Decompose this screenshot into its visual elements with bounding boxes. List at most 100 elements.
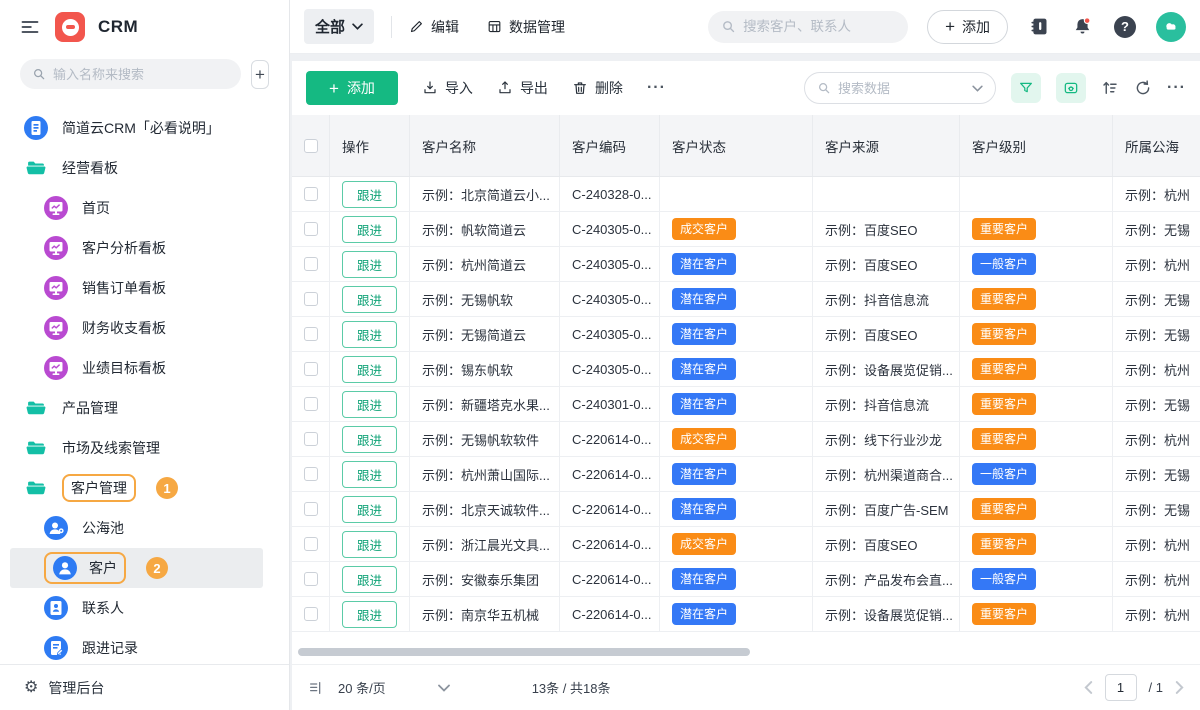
divider [391,16,392,38]
level-badge: 重要客户 [972,498,1036,519]
sidebar-search-input[interactable] [20,59,241,89]
horizontal-scrollbar-thumb[interactable] [298,648,750,656]
follow-up-button[interactable]: 跟进 [342,286,397,313]
sidebar-item[interactable]: 跟进记录 [0,628,289,664]
import-icon [422,80,438,96]
refresh-button[interactable] [1134,79,1152,97]
data-manage-button[interactable]: 数据管理 [487,17,565,37]
sidebar-item-active[interactable]: 客户2 [10,548,263,588]
sidebar-item[interactable]: 客户管理1 [0,468,289,508]
row-checkbox[interactable] [292,212,330,246]
global-search-field[interactable] [743,19,895,34]
follow-up-button[interactable]: 跟进 [342,391,397,418]
sidebar-item[interactable]: 销售订单看板 [0,268,289,308]
next-page-button[interactable] [1175,681,1184,694]
table-row[interactable]: 跟进示例：无锡简道云C-240305-0...潜在客户示例：百度SEO重要客户示… [292,317,1200,352]
collapse-menu-icon[interactable] [20,16,42,38]
row-checkbox[interactable] [292,317,330,351]
sidebar-item[interactable]: 联系人 [0,588,289,628]
table-row[interactable]: 跟进示例：浙江晨光文具...C-220614-0...成交客户示例：百度SEO重… [292,527,1200,562]
contacts-book-icon[interactable] [1027,15,1051,39]
global-add-button[interactable]: + 添加 [927,10,1008,44]
status-badge: 潜在客户 [672,393,736,414]
row-checkbox[interactable] [292,177,330,211]
row-checkbox[interactable] [292,352,330,386]
chevron-down-icon [438,684,450,692]
table-row[interactable]: 跟进示例：无锡帆软C-240305-0...潜在客户示例：抖音信息流重要客户示例… [292,282,1200,317]
filter-button[interactable] [1011,73,1041,103]
page-size-value[interactable]: 20 条/页 [338,678,386,697]
cell-action: 跟进 [330,387,410,421]
admin-console-button[interactable]: ⚙ 管理后台 [0,664,289,710]
delete-button[interactable]: 删除 [572,78,623,98]
prev-page-button[interactable] [1084,681,1093,694]
more-actions-button[interactable]: ··· [647,79,666,97]
table-row[interactable]: 跟进示例：无锡帆软软件C-220614-0...成交客户示例：线下行业沙龙重要客… [292,422,1200,457]
table-row[interactable]: 跟进示例：杭州简道云C-240305-0...潜在客户示例：百度SEO一般客户示… [292,247,1200,282]
user-avatar[interactable] [1156,12,1186,42]
sidebar-item[interactable]: 客户分析看板 [0,228,289,268]
table-row[interactable]: 跟进示例：新疆塔克水果...C-240301-0...潜在客户示例：抖音信息流重… [292,387,1200,422]
row-checkbox[interactable] [292,457,330,491]
sidebar-item[interactable]: 简道云CRM「必看说明」 [0,108,289,148]
follow-up-button[interactable]: 跟进 [342,461,397,488]
table-row[interactable]: 跟进示例：安徽泰乐集团C-220614-0...潜在客户示例：产品发布会直...… [292,562,1200,597]
more-tools-button[interactable]: ··· [1167,79,1186,97]
follow-up-button[interactable]: 跟进 [342,321,397,348]
current-page-input[interactable]: 1 [1105,674,1137,701]
row-checkbox[interactable] [292,562,330,596]
sidebar-item[interactable]: 经营看板 [0,148,289,188]
sidebar-item[interactable]: 产品管理 [0,388,289,428]
new-app-button[interactable]: + [251,60,269,89]
follow-up-button[interactable]: 跟进 [342,601,397,628]
row-checkbox[interactable] [292,492,330,526]
sidebar-item[interactable]: 公海池 [0,508,289,548]
view-selector-dropdown[interactable]: 全部 [304,9,374,44]
global-search-input[interactable] [708,11,908,43]
cell-customer-level: 重要客户 [960,527,1113,561]
row-checkbox[interactable] [292,282,330,316]
sidebar-search-field[interactable] [53,67,229,82]
view-eye-icon [1063,80,1079,96]
row-checkbox[interactable] [292,247,330,281]
sidebar-nav: 简道云CRM「必看说明」经营看板首页客户分析看板销售订单看板财务收支看板业绩目标… [0,102,289,664]
add-record-button[interactable]: + 添加 [306,71,398,105]
table-row[interactable]: 跟进示例：北京天诚软件...C-220614-0...潜在客户示例：百度广告-S… [292,492,1200,527]
sidebar-item[interactable]: 财务收支看板 [0,308,289,348]
follow-up-button[interactable]: 跟进 [342,251,397,278]
select-all-checkbox[interactable] [292,115,330,176]
import-button[interactable]: 导入 [422,78,473,98]
status-badge: 潜在客户 [672,603,736,624]
export-button[interactable]: 导出 [497,78,548,98]
follow-up-button[interactable]: 跟进 [342,496,397,523]
edit-button[interactable]: 编辑 [409,17,459,37]
table-row[interactable]: 跟进示例：帆软简道云C-240305-0...成交客户示例：百度SEO重要客户示… [292,212,1200,247]
display-settings-button[interactable] [1056,73,1086,103]
follow-up-button[interactable]: 跟进 [342,216,397,243]
sidebar-item[interactable]: 市场及线索管理 [0,428,289,468]
level-badge: 重要客户 [972,533,1036,554]
data-search-field[interactable] [838,81,965,96]
table-row[interactable]: 跟进示例：锡东帆软C-240305-0...潜在客户示例：设备展览促销...重要… [292,352,1200,387]
table-row[interactable]: 跟进示例：北京简道云小...C-240328-0...示例：杭州 [292,177,1200,212]
row-checkbox[interactable] [292,422,330,456]
follow-up-button[interactable]: 跟进 [342,426,397,453]
notifications-bell-icon[interactable] [1070,15,1094,39]
follow-up-button[interactable]: 跟进 [342,531,397,558]
cell-customer-status [660,177,813,211]
page-size-dropdown[interactable] [438,684,450,692]
sidebar-item[interactable]: 业绩目标看板 [0,348,289,388]
follow-up-button[interactable]: 跟进 [342,181,397,208]
follow-up-button[interactable]: 跟进 [342,356,397,383]
row-checkbox[interactable] [292,387,330,421]
cell-customer-name: 示例：锡东帆软 [410,352,560,386]
data-search-input[interactable] [804,72,996,104]
table-row[interactable]: 跟进示例：杭州萧山国际...C-220614-0...潜在客户示例：杭州渠道商合… [292,457,1200,492]
sidebar-item[interactable]: 首页 [0,188,289,228]
table-row[interactable]: 跟进示例：南京华五机械C-220614-0...潜在客户示例：设备展览促销...… [292,597,1200,632]
row-checkbox[interactable] [292,527,330,561]
follow-up-button[interactable]: 跟进 [342,566,397,593]
help-icon[interactable]: ? [1113,15,1137,39]
row-checkbox[interactable] [292,597,330,631]
sort-button[interactable] [1101,79,1119,97]
